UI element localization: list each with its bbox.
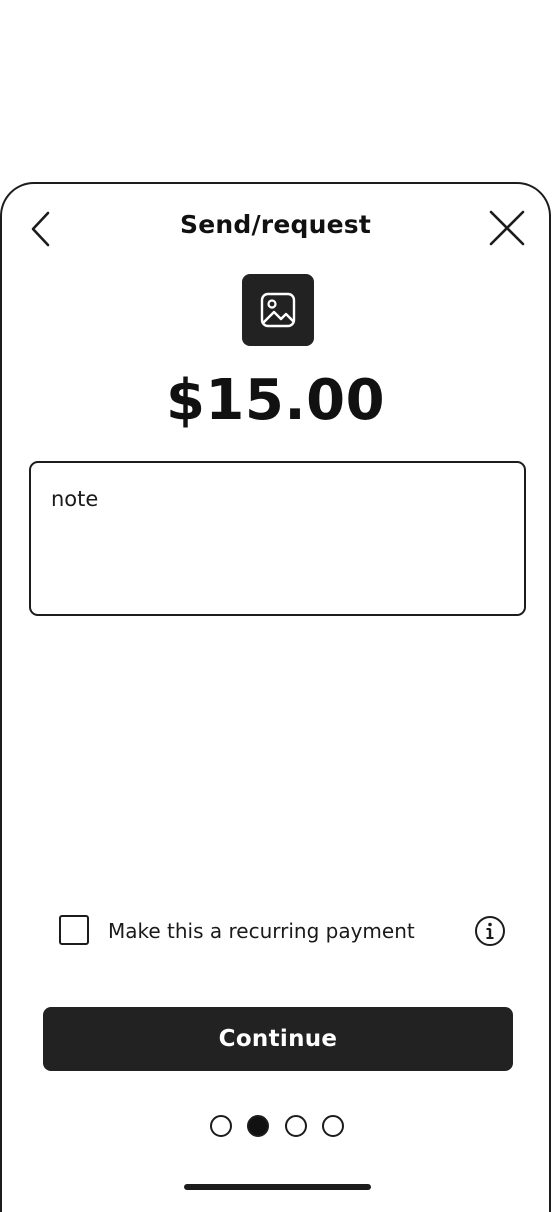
image-placeholder-icon [260,292,296,328]
recurring-payment-row: Make this a recurring payment [59,913,509,949]
recurring-payment-label: Make this a recurring payment [108,919,415,943]
continue-button[interactable]: Continue [43,1007,513,1071]
page-title: Send/request [180,210,371,239]
send-request-screen: Send/request $15.00 note Make this a rec… [0,182,551,1212]
close-icon [489,210,525,246]
amount-display: $15.00 [165,368,386,433]
home-indicator[interactable] [184,1184,371,1190]
close-button[interactable] [487,208,527,248]
recurring-payment-checkbox[interactable] [59,915,89,945]
page-dot-2 [247,1115,269,1137]
page-dot-3 [285,1115,307,1137]
page-dot-4 [322,1115,344,1137]
recipient-avatar [242,274,314,346]
info-button[interactable] [474,915,506,947]
pagination-dots [210,1115,350,1139]
page-dot-1 [210,1115,232,1137]
note-field[interactable]: note [29,461,526,616]
info-icon [475,916,505,946]
note-placeholder: note [51,487,99,511]
